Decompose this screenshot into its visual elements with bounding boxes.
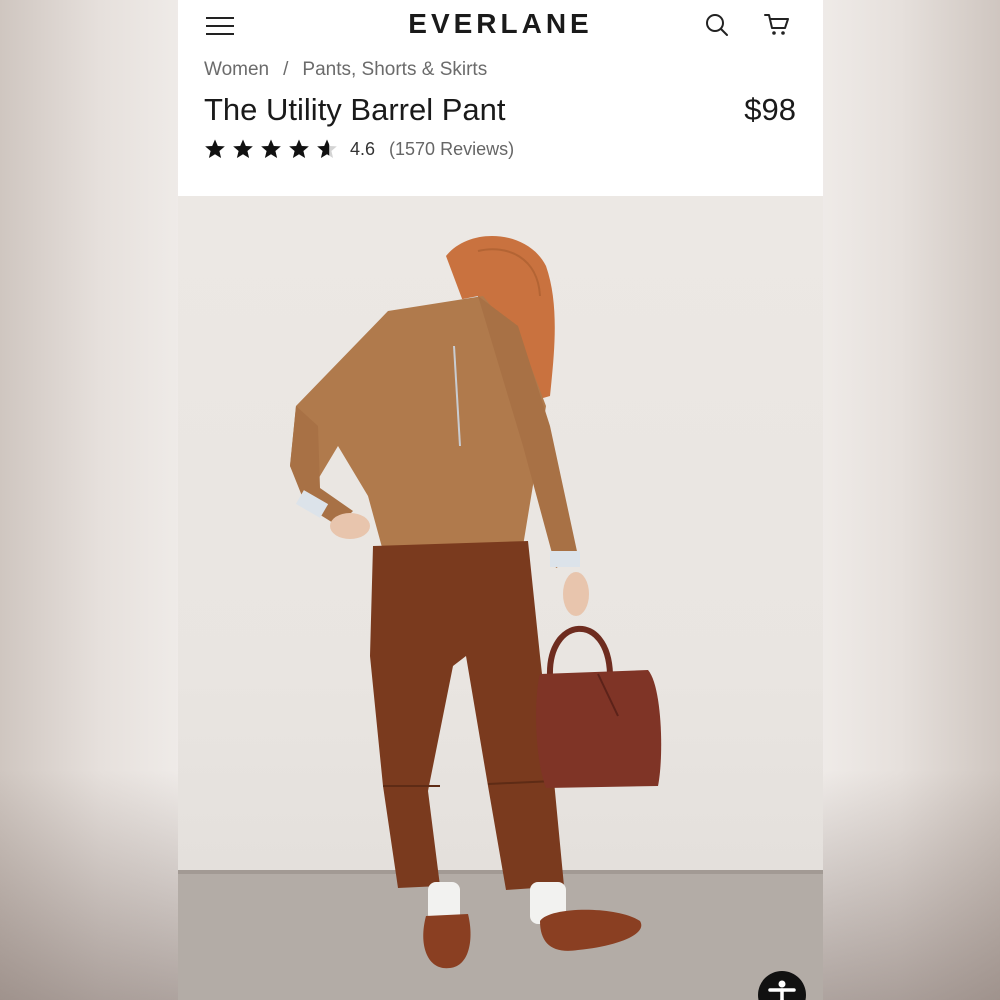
product-price: $98: [744, 92, 796, 127]
cart-button[interactable]: [763, 11, 791, 39]
left-hand: [330, 513, 370, 539]
product-photo-illustration: [178, 235, 823, 1000]
breadcrumb: Women / Pants, Shorts & Skirts: [204, 59, 487, 81]
rating-row: 4.6 (1570 Reviews): [204, 136, 514, 162]
cart-icon: [764, 14, 789, 35]
search-icon: [706, 14, 728, 36]
pants: [370, 541, 564, 890]
star-icon: [261, 139, 281, 158]
star-icon: [205, 139, 225, 158]
reviews-link[interactable]: (1570 Reviews): [389, 139, 514, 160]
top-nav: EVERLANE: [178, 0, 823, 50]
handbag: [536, 670, 662, 788]
accessibility-icon: [768, 980, 796, 1000]
right-hand: [563, 572, 589, 616]
search-button[interactable]: [704, 12, 730, 38]
breadcrumb-women[interactable]: Women: [204, 59, 269, 80]
star-icon: [317, 139, 337, 158]
breadcrumb-separator: /: [283, 59, 289, 80]
loafer-left: [423, 914, 471, 969]
product-page: EVERLANE Women / Pants, Shorts & Skirts Th…: [178, 0, 823, 1000]
star-icon: [233, 139, 253, 158]
accessibility-button[interactable]: [758, 971, 806, 1000]
breadcrumb-category[interactable]: Pants, Shorts & Skirts: [302, 59, 487, 80]
star-rating[interactable]: [204, 138, 344, 160]
product-title: The Utility Barrel Pant: [204, 92, 506, 127]
rating-value: 4.6: [350, 138, 376, 159]
star-icon: [289, 139, 309, 158]
floor: [178, 870, 823, 1000]
product-photo: [178, 196, 823, 1000]
